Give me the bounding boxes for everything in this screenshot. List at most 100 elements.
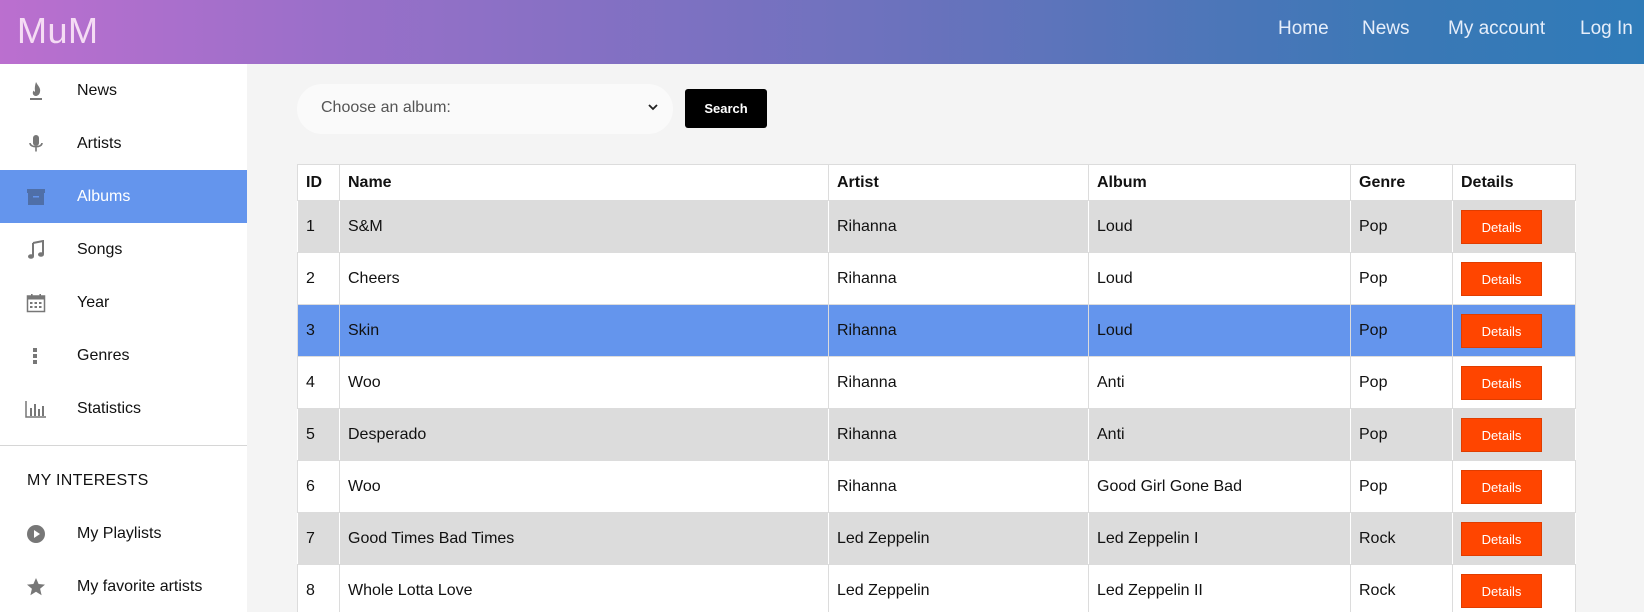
- cell-details: Details: [1452, 408, 1576, 461]
- column-header-album: Album: [1088, 164, 1351, 201]
- nav-news-link[interactable]: News: [1362, 18, 1410, 40]
- sidebar-item-label: Albums: [77, 187, 131, 205]
- sidebar-item-genres[interactable]: Genres: [0, 329, 247, 382]
- sidebar-item-label: My Playlists: [77, 524, 162, 542]
- cell-album: Good Girl Gone Bad: [1088, 460, 1351, 513]
- sidebar-item-year[interactable]: Year: [0, 276, 247, 329]
- cell-album: Led Zeppelin II: [1088, 564, 1351, 612]
- fire-icon: [24, 79, 48, 103]
- cell-id: 1: [297, 200, 340, 253]
- sidebar-item-statistics[interactable]: Statistics: [0, 382, 247, 435]
- cell-details: Details: [1452, 252, 1576, 305]
- cell-name: S&M: [339, 200, 829, 253]
- cell-details: Details: [1452, 200, 1576, 253]
- cell-genre: Pop: [1350, 252, 1453, 305]
- cell-artist: Led Zeppelin: [828, 512, 1089, 565]
- cell-artist: Rihanna: [828, 408, 1089, 461]
- nav-home-link[interactable]: Home: [1278, 18, 1329, 40]
- sidebar: News Artists Albums Songs Year Genres St…: [0, 64, 247, 612]
- details-button[interactable]: Details: [1461, 209, 1542, 244]
- top-bar: MuM Home News My account Log In: [0, 0, 1644, 64]
- column-header-artist: Artist: [828, 164, 1089, 201]
- cell-artist: Rihanna: [828, 460, 1089, 513]
- details-button[interactable]: Details: [1461, 313, 1542, 348]
- details-button[interactable]: Details: [1461, 417, 1542, 452]
- table-row[interactable]: 5 Desperado Rihanna Anti Pop Details: [297, 408, 1576, 461]
- nav-my-account-link[interactable]: My account: [1448, 18, 1545, 40]
- details-button[interactable]: Details: [1461, 469, 1542, 504]
- cell-genre: Pop: [1350, 200, 1453, 253]
- songs-table: ID Name Artist Album Genre Details 1 S&M…: [297, 164, 1576, 612]
- cell-artist: Rihanna: [828, 304, 1089, 357]
- sidebar-item-label: News: [77, 81, 118, 99]
- cell-id: 6: [297, 460, 340, 513]
- play-circle-icon: [24, 522, 48, 546]
- album-select[interactable]: Choose an album:: [297, 84, 673, 134]
- column-header-details: Details: [1452, 164, 1576, 201]
- cell-genre: Pop: [1350, 460, 1453, 513]
- table-row[interactable]: 8 Whole Lotta Love Led Zeppelin Led Zepp…: [297, 564, 1576, 612]
- sidebar-item-label: Artists: [77, 134, 122, 152]
- cell-name: Woo: [339, 356, 829, 409]
- cell-name: Whole Lotta Love: [339, 564, 829, 612]
- sidebar-item-my-playlists[interactable]: My Playlists: [0, 507, 247, 560]
- table-row[interactable]: 6 Woo Rihanna Good Girl Gone Bad Pop Det…: [297, 460, 1576, 513]
- cell-name: Cheers: [339, 252, 829, 305]
- cell-genre: Rock: [1350, 512, 1453, 565]
- cell-id: 5: [297, 408, 340, 461]
- sidebar-item-albums[interactable]: Albums: [0, 170, 247, 223]
- cell-name: Desperado: [339, 408, 829, 461]
- calendar-icon: [24, 291, 48, 315]
- cell-name: Skin: [339, 304, 829, 357]
- album-select-placeholder: Choose an album:: [321, 99, 451, 116]
- microphone-icon: [24, 132, 48, 156]
- table-row[interactable]: 1 S&M Rihanna Loud Pop Details: [297, 200, 1576, 253]
- sidebar-item-label: Songs: [77, 240, 123, 258]
- cell-id: 4: [297, 356, 340, 409]
- sidebar-item-label: Year: [77, 293, 110, 311]
- cell-id: 8: [297, 564, 340, 612]
- cell-artist: Rihanna: [828, 200, 1089, 253]
- cell-album: Loud: [1088, 252, 1351, 305]
- column-header-genre: Genre: [1350, 164, 1453, 201]
- details-button[interactable]: Details: [1461, 521, 1542, 556]
- column-header-name: Name: [339, 164, 829, 201]
- cell-details: Details: [1452, 512, 1576, 565]
- details-button[interactable]: Details: [1461, 365, 1542, 400]
- table-header-row: ID Name Artist Album Genre Details: [297, 164, 1576, 201]
- cell-details: Details: [1452, 356, 1576, 409]
- cell-details: Details: [1452, 564, 1576, 612]
- column-header-id: ID: [297, 164, 340, 201]
- sidebar-item-songs[interactable]: Songs: [0, 223, 247, 276]
- cell-details: Details: [1452, 460, 1576, 513]
- cell-album: Anti: [1088, 408, 1351, 461]
- cell-name: Woo: [339, 460, 829, 513]
- bar-chart-icon: [24, 397, 48, 421]
- sidebar-item-label: My favorite artists: [77, 577, 203, 595]
- app-logo[interactable]: MuM: [17, 10, 99, 52]
- my-interests-heading: MY INTERESTS: [27, 472, 149, 489]
- sidebar-item-artists[interactable]: Artists: [0, 117, 247, 170]
- music-note-icon: [24, 238, 48, 262]
- details-button[interactable]: Details: [1461, 261, 1542, 296]
- table-row-selected[interactable]: 3 Skin Rihanna Loud Pop Details: [297, 304, 1576, 357]
- cell-genre: Rock: [1350, 564, 1453, 612]
- cell-genre: Pop: [1350, 304, 1453, 357]
- sidebar-item-label: Genres: [77, 346, 130, 364]
- table-row[interactable]: 7 Good Times Bad Times Led Zeppelin Led …: [297, 512, 1576, 565]
- table-row[interactable]: 4 Woo Rihanna Anti Pop Details: [297, 356, 1576, 409]
- table-row[interactable]: 2 Cheers Rihanna Loud Pop Details: [297, 252, 1576, 305]
- nav-login-link[interactable]: Log In: [1580, 18, 1633, 40]
- cell-details: Details: [1452, 304, 1576, 357]
- star-icon: [24, 575, 48, 599]
- cell-album: Loud: [1088, 304, 1351, 357]
- sidebar-item-label: Statistics: [77, 399, 142, 417]
- cell-album: Led Zeppelin I: [1088, 512, 1351, 565]
- details-button[interactable]: Details: [1461, 573, 1542, 608]
- cell-name: Good Times Bad Times: [339, 512, 829, 565]
- cell-artist: Rihanna: [828, 356, 1089, 409]
- cell-id: 3: [297, 304, 340, 357]
- search-button[interactable]: Search: [685, 89, 767, 128]
- sidebar-item-news[interactable]: News: [0, 64, 247, 117]
- sidebar-item-my-favorite-artists[interactable]: My favorite artists: [0, 560, 247, 612]
